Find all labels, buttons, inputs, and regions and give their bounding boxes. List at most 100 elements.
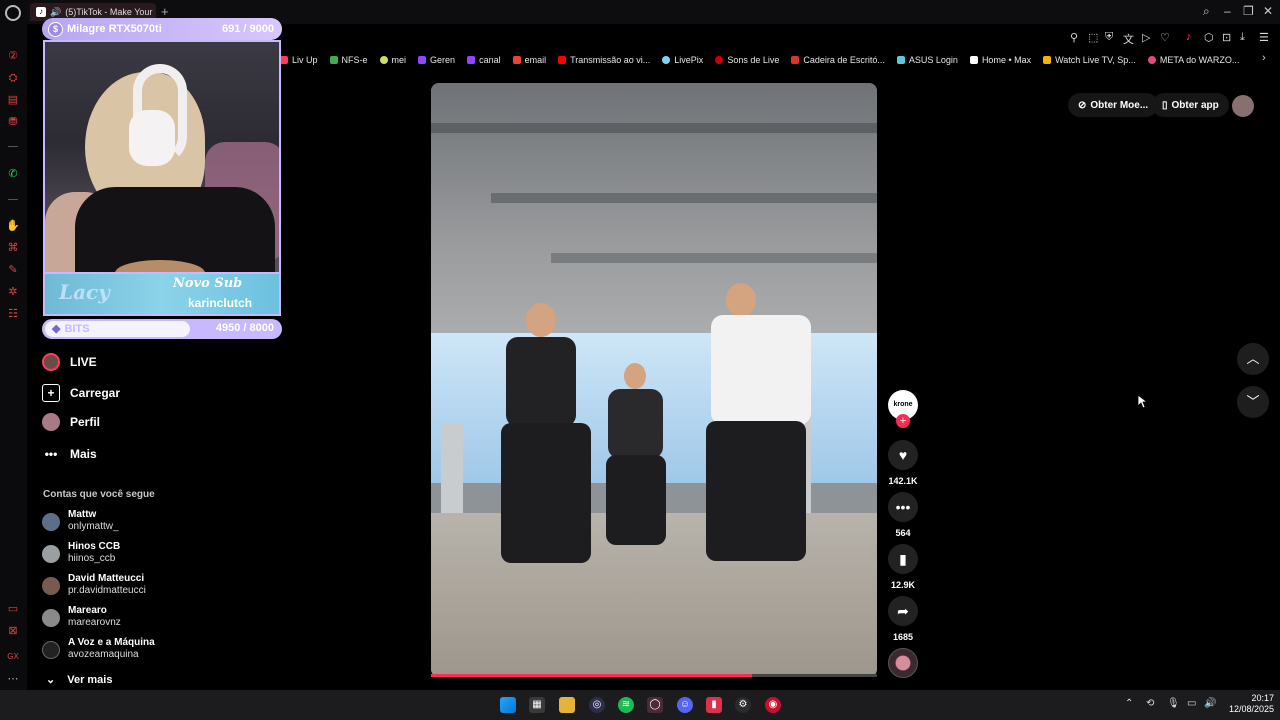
nav-upload[interactable]: + Carregar <box>42 382 120 404</box>
steam-icon[interactable]: ⚙ <box>735 697 751 713</box>
tray-chevron-up-icon[interactable]: ⌃ <box>1125 698 1133 709</box>
download-icon[interactable]: ⤓ <box>1240 31 1245 44</box>
windows-taskbar <box>0 690 1280 720</box>
sidebar-bug-icon[interactable]: ✲ <box>6 285 20 299</box>
nav-more-label: Mais <box>70 447 97 461</box>
close-button[interactable]: ✕ <box>1263 4 1273 18</box>
sidebar-news-icon[interactable]: ▤ <box>6 93 20 107</box>
sidebar-twitch-icon[interactable]: ⌘ <box>6 241 20 255</box>
clock-time: 20:17 <box>1251 693 1274 703</box>
store-icon[interactable]: ▦ <box>529 697 545 713</box>
microphone-icon[interactable]: 🎙 <box>1167 698 1180 709</box>
like-button[interactable]: ♥ <box>888 440 918 470</box>
translate-icon[interactable]: 文 <box>1123 31 1134 47</box>
nav-upload-label: Carregar <box>70 386 121 400</box>
discord-icon[interactable]: ☺ <box>677 697 693 713</box>
account-avatar[interactable] <box>1232 95 1254 117</box>
bookmark-item[interactable]: email <box>512 53 546 67</box>
music-disc-icon[interactable] <box>888 648 918 678</box>
following-account[interactable]: Hinos CCB hiinos_ccb <box>42 541 242 569</box>
app-red-icon[interactable]: ▮ <box>706 697 722 713</box>
bookmark-item[interactable]: mei <box>379 53 406 67</box>
tiktok-extension-icon[interactable]: ♪ <box>1186 31 1192 43</box>
restore-button[interactable]: ❐ <box>1243 4 1254 18</box>
bookmark-item[interactable]: Cadeira de Escritó... <box>791 53 885 67</box>
network-icon[interactable]: ▭ <box>1187 698 1196 709</box>
bookmark-item[interactable]: LivePix <box>662 53 703 67</box>
sidebar-hand-icon[interactable]: ✋ <box>6 219 20 233</box>
menu-icon[interactable]: ☰ <box>1259 31 1269 44</box>
previous-video-button[interactable]: ︿ <box>1237 343 1269 375</box>
browser-sidebar: ② ⛭ ▤ ⛃ ✆ ✋ ⌘ ✎ ✲ ☷ ▭ ⊠ GX ⋯ <box>0 0 27 690</box>
sidebar-mods-icon[interactable]: ✎ <box>6 263 20 277</box>
lock-icon[interactable]: ⊡ <box>1222 31 1231 44</box>
following-account[interactable]: Marearo marearovnz <box>42 605 242 633</box>
file-explorer-icon[interactable] <box>559 697 575 713</box>
sidebar-gx-icon[interactable]: GX <box>6 650 20 664</box>
volume-icon[interactable]: 🔊 <box>1204 698 1216 709</box>
twitch-icon <box>418 56 427 64</box>
chevron-down-icon: ⌄ <box>46 674 56 686</box>
sidebar-record-icon[interactable]: ⊠ <box>6 624 20 638</box>
following-account[interactable]: Mattw onlymattw_ <box>42 509 242 537</box>
bookmark-item[interactable]: Sons de Live <box>715 53 779 67</box>
get-coins-button[interactable]: ⊘ Obter Moe... <box>1068 93 1159 117</box>
bookmark-item[interactable]: META do WARZO... <box>1147 53 1239 67</box>
max-icon <box>969 56 978 64</box>
whatsapp-icon[interactable]: ✆ <box>6 167 20 181</box>
sidebar-wallet-icon[interactable]: ▭ <box>6 602 20 616</box>
bookmark-item[interactable]: canal <box>467 53 501 67</box>
follow-plus-icon[interactable]: + <box>896 414 910 428</box>
sidebar-game-icon[interactable]: ⛭ <box>6 71 20 85</box>
shield-icon[interactable]: ⛨ <box>1105 31 1113 44</box>
screenshot-icon[interactable]: ⬚ <box>1088 31 1098 44</box>
bookmark-item[interactable]: Watch Live TV, Sp... <box>1043 53 1136 67</box>
following-account[interactable]: David Matteucci pr.davidmatteucci <box>42 573 242 601</box>
share-button[interactable]: ➦ <box>888 596 918 626</box>
bookmark-item[interactable]: NFS-e <box>329 53 368 67</box>
nav-profile[interactable]: Perfil <box>42 411 100 433</box>
opera-gx-taskbar-icon[interactable]: ◯ <box>647 697 663 713</box>
sidebar-store-icon[interactable]: ⛃ <box>6 115 20 129</box>
next-video-button[interactable]: ﹀ <box>1237 386 1269 418</box>
system-clock[interactable]: 20:17 12/08/2025 <box>1224 693 1274 715</box>
heart-outline-icon[interactable]: ♡ <box>1160 31 1170 44</box>
save-button[interactable]: ▮ <box>888 544 918 574</box>
pin-icon[interactable]: ⚲ <box>1070 31 1078 44</box>
app-dark-red-icon[interactable]: ◉ <box>765 697 781 713</box>
save-count: 12.9K <box>890 580 916 590</box>
nav-live[interactable]: LIVE <box>42 351 97 373</box>
see-more-button[interactable]: ⌄ Ver mais <box>46 673 112 687</box>
play-icon[interactable]: ▷ <box>1142 31 1150 44</box>
sidebar-list-icon[interactable]: ☷ <box>6 307 20 321</box>
sidebar-aria-icon[interactable]: ② <box>6 49 20 63</box>
video-player[interactable] <box>431 83 877 677</box>
comment-button[interactable]: ••• <box>888 492 918 522</box>
app-icon[interactable]: ◎ <box>589 697 605 713</box>
sidebar-divider <box>8 199 18 200</box>
bits-label: BITS <box>64 323 90 335</box>
video-progress-bar[interactable] <box>431 674 877 677</box>
get-app-button[interactable]: ▯ Obter app <box>1152 93 1229 117</box>
following-account[interactable]: A Voz e a Máquina avozeamaquina <box>42 637 242 665</box>
bookmark-item[interactable]: Liv Up <box>280 53 318 67</box>
screen: ♪ 🔊 (5)TikTok - Make Your + ⌕ – ❐ ✕ ⚲ ⬚ … <box>0 0 1280 720</box>
search-icon[interactable]: ⌕ <box>1203 4 1210 19</box>
bookmarks-more-chevron-icon[interactable]: › <box>1262 52 1266 64</box>
minimize-button[interactable]: – <box>1224 4 1231 18</box>
avatar <box>42 641 60 659</box>
opera-logo-icon[interactable] <box>5 5 21 21</box>
bookmark-item[interactable]: Transmissão ao vi... <box>558 53 650 67</box>
bookmark-item[interactable]: Geren <box>418 53 455 67</box>
extensions-icon[interactable]: ⬡ <box>1204 31 1214 44</box>
sidebar-more-icon[interactable]: ⋯ <box>6 672 20 686</box>
tray-sync-icon[interactable]: ⟲ <box>1146 698 1154 709</box>
bookmark-item[interactable]: Home • Max <box>969 53 1031 67</box>
bookmarks-bar: Liv Up NFS-e mei Geren canal email Trans… <box>280 53 1239 67</box>
new-sub-title: Novo Sub <box>173 276 243 291</box>
windows-start-icon[interactable] <box>500 697 516 713</box>
video-scene-beam <box>491 193 877 203</box>
spotify-icon[interactable]: ≋ <box>618 697 634 713</box>
nav-more[interactable]: ••• Mais <box>42 443 97 465</box>
bookmark-item[interactable]: ASUS Login <box>896 53 958 67</box>
